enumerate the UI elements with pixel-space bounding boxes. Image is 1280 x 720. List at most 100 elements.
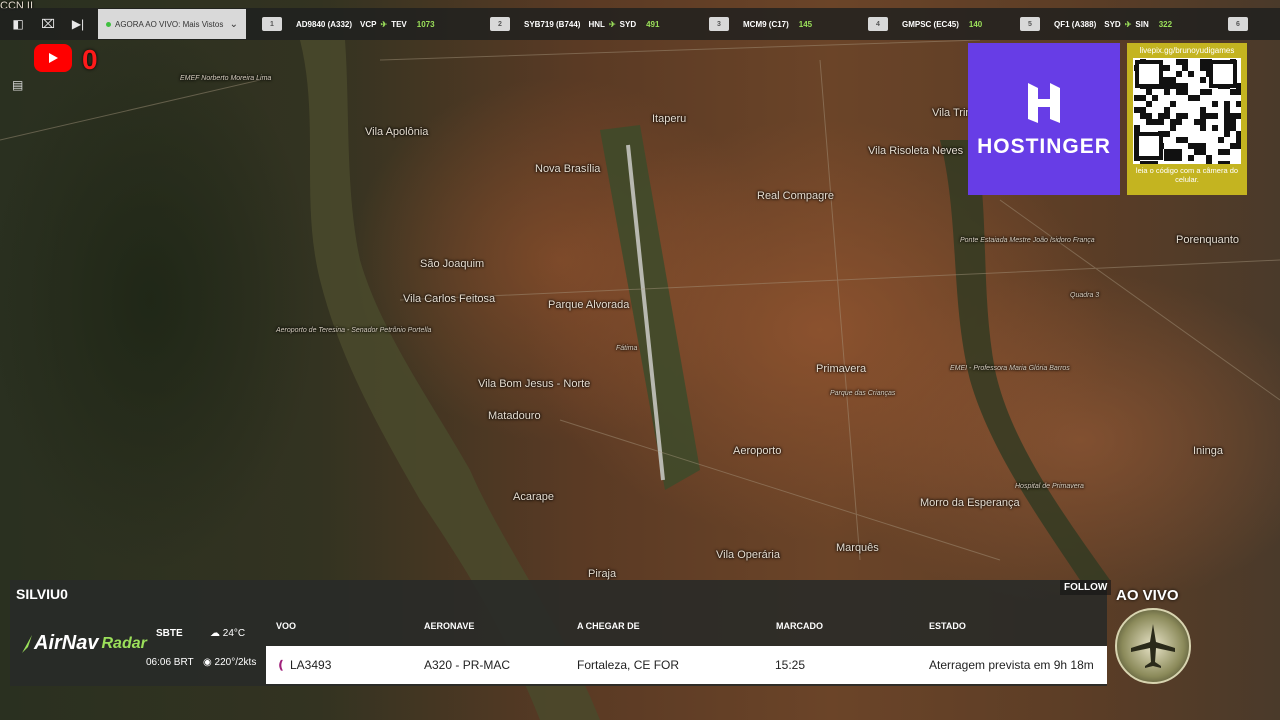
hostinger-ad[interactable]: HOSTINGER (968, 43, 1120, 195)
map-label: EMEI - Professora Maria Glória Barros (950, 365, 1070, 372)
route-to: TEV (391, 19, 407, 29)
map-label: Acarape (513, 491, 554, 503)
map-label: Itaperu (652, 113, 687, 125)
speed-value: 140 (968, 19, 983, 29)
flight-rank: 6 (1228, 17, 1248, 31)
map-label: Fátima (616, 345, 638, 352)
speed-value: 491 (646, 19, 660, 29)
map-label: Ponte Estaiada Mestre João Isidoro Franç… (960, 237, 1095, 244)
temperature-value: 24°C (222, 628, 246, 639)
radar-word: Radar (101, 634, 147, 652)
plane-icon: ✈ (380, 19, 388, 29)
map-label: Vila Risoleta Neves (868, 145, 964, 157)
col-origem: A CHEGAR DE (577, 621, 640, 631)
map-label: Real Compagre (757, 190, 835, 202)
map-label: EMEF Norberto Moreira Lima (180, 75, 272, 82)
wind-compass-icon: ◉ (203, 657, 212, 668)
flight-rank: 3 (709, 17, 729, 31)
col-estado: ESTADO (929, 621, 966, 631)
flight-callsign: SYB719 (B744) (524, 19, 581, 29)
flight-row[interactable]: ❪ LA3493 A320 - PR-MAC Fortaleza, CE FOR… (266, 646, 1107, 684)
flight-rank: 4 (868, 17, 888, 31)
flight-ticker-item[interactable]: 4 GMPSC (EC45) 140 (868, 8, 982, 40)
flight-callsign: QF1 (A388) (1054, 19, 1097, 29)
youtube-counter: 0 (82, 44, 98, 75)
flight-rank: 1 (262, 17, 282, 31)
qr-caption: leia o código com a câmera do celular. (1135, 166, 1239, 184)
map-label: Porenquanto (1176, 234, 1239, 246)
skip-next-icon[interactable]: ▶| (66, 12, 90, 36)
wind: ◉ 220°/2kts (203, 657, 256, 668)
scheduled-time: 15:25 (775, 658, 806, 672)
col-marcado: MARCADO (776, 621, 823, 631)
plane-icon: ✈ (1124, 19, 1132, 29)
airnav-logo: AirNav Radar (20, 632, 147, 655)
map-label: Parque Alvorada (548, 299, 630, 311)
live-mode-label: AGORA AO VIVO: Mais Vistos (115, 19, 224, 29)
flight-ticker-item[interactable]: 1 AD9840 (A332) VCP ✈ TEV 1073 (262, 8, 435, 40)
map-label: Morro da Esperança (920, 497, 1020, 509)
plane-icon: ✈ (608, 19, 616, 29)
col-voo: VOO (276, 621, 297, 631)
chevron-down-icon: ⌄ (229, 18, 238, 30)
local-time: 06:06 BRT (146, 657, 194, 668)
flight-callsign: MCM9 (C17) (743, 19, 789, 29)
livepix-qr-panel[interactable]: livepix.gg/brunoyudigames leia o código … (1127, 43, 1247, 195)
flight-ticker-item[interactable]: 5 QF1 (A388) SYD ✈ SIN 322 (1020, 8, 1172, 40)
live-dot-icon (106, 21, 111, 27)
route-from: SYD (1104, 19, 1121, 29)
map-label: Hospital de Primavera (1015, 483, 1084, 490)
airport-code: SBTE (156, 628, 183, 639)
live-label: AO VIVO (1116, 587, 1179, 604)
flight-info-panel: SILVIU0 FOLLOW AirNav Radar SBTE 06:06 B… (10, 580, 1112, 686)
follow-button[interactable]: FOLLOW (1060, 580, 1112, 595)
streamer-callsign: SILVIU0 (16, 586, 68, 602)
speed-value: 1073 (416, 19, 435, 29)
map-label: Vila Apolônia (365, 126, 429, 138)
route-to: SYD (619, 19, 637, 29)
wind-value: 220°/2kts (214, 657, 257, 668)
hostinger-brand: HOSTINGER (977, 135, 1111, 158)
map-label: Quadra 3 (1070, 292, 1100, 299)
map-label: Primavera (816, 363, 867, 375)
speed-value: 322 (1158, 19, 1173, 29)
weather-cloud-icon: ☁ (210, 628, 220, 639)
origin: Fortaleza, CE FOR (577, 658, 680, 672)
flight-rank: 2 (490, 17, 510, 31)
aircraft: A320 - PR-MAC (424, 658, 511, 672)
airnav-word: AirNav (34, 632, 99, 654)
channel-badge-logo (1115, 608, 1191, 684)
airline-icon: ❪ (276, 658, 287, 672)
speed-value: 145 (798, 19, 813, 29)
route-to: SIN (1135, 19, 1149, 29)
map-label: Parque das Crianças (830, 390, 896, 397)
qr-code (1133, 58, 1242, 167)
map-label: Vila Carlos Feitosa (403, 293, 496, 305)
map-label: Aeroporto (733, 445, 782, 457)
airnav-mark-icon (22, 634, 32, 653)
map-label: Vila Bom Jesus - Norte (478, 378, 591, 390)
col-aeronave: AERONAVE (424, 621, 475, 631)
qr-code-graphic (1134, 59, 1242, 167)
map-label: Vila Operária (716, 549, 780, 561)
map-label: Piraja (588, 568, 617, 580)
flight-number: LA3493 (290, 658, 332, 672)
map-label: São Joaquim (420, 258, 485, 270)
close-window-icon[interactable]: ⌧ (36, 12, 60, 36)
live-mode-dropdown[interactable]: AGORA AO VIVO: Mais Vistos ⌄ (98, 9, 246, 39)
flight-callsign: AD9840 (A332) (296, 19, 353, 29)
map-label: Marquês (836, 542, 879, 554)
flight-ticker-item[interactable]: 3 MCM9 (C17) 145 (709, 8, 812, 40)
collapse-panel-icon[interactable]: ◧ (6, 12, 30, 36)
airplane-icon (1131, 624, 1175, 668)
hostinger-logo-icon (1028, 83, 1060, 123)
temperature: ☁ 24°C (210, 628, 245, 639)
flight-rank: 5 (1020, 17, 1040, 31)
flight-ticker-item[interactable]: 6 (1228, 8, 1262, 40)
flight-ticker-item[interactable]: 2 SYB719 (B744) HNL ✈ SYD 491 (490, 8, 659, 40)
flight-callsign: GMPSC (EC45) (902, 19, 959, 29)
youtube-icon (34, 44, 72, 72)
layers-icon[interactable]: ▤ (12, 78, 30, 96)
map-label: Matadouro (488, 410, 541, 422)
route-from: VCP (360, 19, 377, 29)
